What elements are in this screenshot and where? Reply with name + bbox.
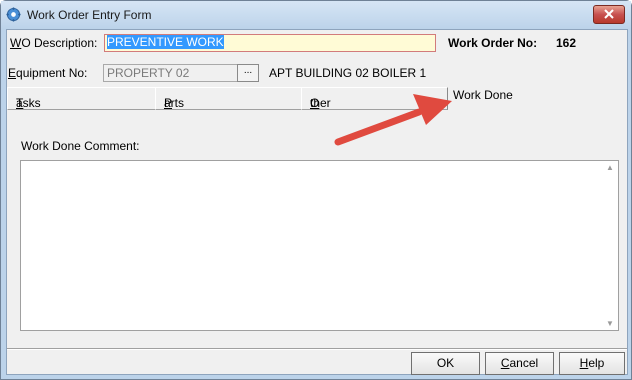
work-order-window: Work Order Entry Form WO Description: PR… — [0, 0, 632, 380]
annotation-arrow — [334, 94, 452, 146]
